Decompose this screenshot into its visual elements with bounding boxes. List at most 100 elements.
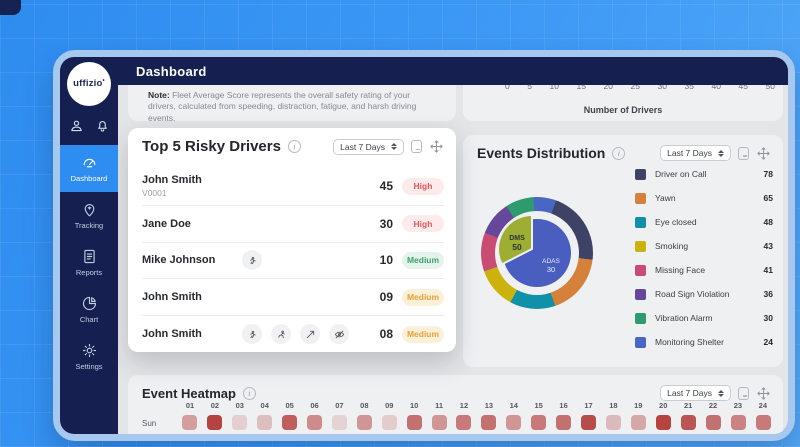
sidebar-item-settings[interactable]: Settings bbox=[60, 333, 118, 380]
legend-swatch bbox=[635, 193, 646, 204]
export-doc-icon[interactable] bbox=[738, 147, 749, 160]
heatmap-cell bbox=[382, 415, 397, 430]
move-icon[interactable] bbox=[756, 146, 771, 161]
legend-item[interactable]: Vibration Alarm 30 bbox=[635, 306, 773, 330]
adas-value: 30 bbox=[547, 265, 555, 274]
legend-item[interactable]: Road Sign Violation 36 bbox=[635, 282, 773, 306]
move-icon bbox=[756, 146, 771, 161]
hour-label: 07 bbox=[331, 401, 347, 410]
export-doc-icon[interactable] bbox=[411, 140, 422, 153]
hour-label: 17 bbox=[581, 401, 597, 410]
legend-label: Smoking bbox=[655, 241, 764, 251]
legend-value: 36 bbox=[764, 289, 773, 299]
legend-label: Yawn bbox=[655, 193, 764, 203]
events-distribution-title: Events Distribution bbox=[477, 145, 605, 161]
heatmap-cell bbox=[656, 415, 671, 430]
legend-swatch bbox=[635, 217, 646, 228]
legend-item[interactable]: Eye closed 48 bbox=[635, 210, 773, 234]
hour-label: 09 bbox=[381, 401, 397, 410]
driver-row[interactable]: John Smith 08 Medium bbox=[142, 315, 444, 352]
figure-icon bbox=[247, 329, 258, 340]
header-bar: Dashboard bbox=[118, 57, 788, 85]
risk-score: 09 bbox=[380, 290, 393, 304]
legend-swatch bbox=[635, 241, 646, 252]
legend-label: Driver on Call bbox=[655, 169, 764, 179]
heatmap-cell bbox=[706, 415, 721, 430]
events-legend: Driver on Call 78 Yawn 65 Eye closed 48 … bbox=[635, 162, 773, 354]
legend-item[interactable]: Monitoring Shelter 24 bbox=[635, 330, 773, 354]
eye-off-event-icon[interactable] bbox=[329, 324, 349, 344]
sidebar-item-dashboard[interactable]: Dashboard bbox=[60, 145, 118, 192]
legend-label: Eye closed bbox=[655, 217, 764, 227]
chevron-updown-icon bbox=[718, 390, 724, 397]
note-label: Note: bbox=[148, 90, 170, 100]
hour-label: 10 bbox=[406, 401, 422, 410]
heatmap-cell bbox=[357, 415, 372, 430]
inner-pie-chart: DMS 50 ADAS 30 bbox=[497, 213, 577, 293]
note-text: Fleet Average Score represents the overa… bbox=[148, 90, 416, 123]
heatmap-cell bbox=[407, 415, 422, 430]
info-icon[interactable]: i bbox=[243, 387, 256, 400]
move-icon[interactable] bbox=[429, 139, 444, 154]
driver-name: Mike Johnson bbox=[142, 254, 215, 266]
driver-row[interactable]: Jane Doe 30 High bbox=[142, 205, 444, 242]
driver-name: Jane Doe bbox=[142, 218, 191, 230]
risk-level-badge: Medium bbox=[402, 252, 444, 269]
heatmap-cell bbox=[257, 415, 272, 430]
user-icon[interactable] bbox=[69, 118, 84, 133]
bell-icon[interactable] bbox=[95, 118, 110, 133]
figure-2-event-icon[interactable] bbox=[271, 324, 291, 344]
chevron-updown-icon bbox=[718, 150, 724, 157]
sidebar-item-tracking[interactable]: Tracking bbox=[60, 192, 118, 239]
legend-swatch bbox=[635, 289, 646, 300]
heatmap-cells bbox=[182, 415, 771, 430]
heatmap-cell bbox=[232, 415, 247, 430]
hour-label: 02 bbox=[207, 401, 223, 410]
uffizio-logo[interactable]: uffizio bbox=[67, 62, 111, 106]
driver-row[interactable]: Mike Johnson 10 Medium bbox=[142, 242, 444, 279]
driver-row[interactable]: John Smith 09 Medium bbox=[142, 278, 444, 315]
risk-score: 30 bbox=[380, 217, 393, 231]
user-icon bbox=[69, 118, 84, 133]
risk-score: 10 bbox=[380, 253, 393, 267]
legend-item[interactable]: Driver on Call 78 bbox=[635, 162, 773, 186]
sidebar-item-reports[interactable]: Reports bbox=[60, 239, 118, 286]
heatmap-cell bbox=[332, 415, 347, 430]
legend-value: 48 bbox=[764, 217, 773, 227]
figure-event-icon[interactable] bbox=[242, 324, 262, 344]
heatmap-cell bbox=[681, 415, 696, 430]
period-dropdown[interactable]: Last 7 Days bbox=[660, 385, 731, 401]
move-icon bbox=[756, 386, 771, 401]
move-icon bbox=[429, 139, 444, 154]
legend-item[interactable]: Yawn 65 bbox=[635, 186, 773, 210]
heatmap-cell bbox=[432, 415, 447, 430]
heatmap-cell bbox=[506, 415, 521, 430]
legend-item[interactable]: Smoking 43 bbox=[635, 234, 773, 258]
figure-icon bbox=[247, 255, 258, 266]
hour-label: 05 bbox=[282, 401, 298, 410]
hour-label: 24 bbox=[755, 401, 771, 410]
driver-name: John Smith bbox=[142, 174, 202, 186]
info-icon[interactable]: i bbox=[288, 140, 301, 153]
period-dropdown[interactable]: Last 7 Days bbox=[333, 139, 404, 155]
risk-level-badge: High bbox=[402, 215, 444, 232]
heatmap-cell bbox=[282, 415, 297, 430]
export-doc-icon[interactable] bbox=[738, 387, 749, 400]
trend-arrow-event-icon[interactable] bbox=[300, 324, 320, 344]
risk-level-badge: Medium bbox=[402, 289, 444, 306]
legend-item[interactable]: Missing Face 41 bbox=[635, 258, 773, 282]
driver-name: John Smith bbox=[142, 328, 202, 340]
legend-value: 41 bbox=[764, 265, 773, 275]
figure-event-icon[interactable] bbox=[242, 250, 262, 270]
corner-decoration bbox=[0, 0, 21, 15]
heatmap-cell bbox=[631, 415, 646, 430]
info-icon[interactable]: i bbox=[612, 147, 625, 160]
driver-row[interactable]: John Smith V0001 45 High bbox=[142, 168, 444, 205]
event-heatmap-title: Event Heatmap bbox=[142, 386, 236, 401]
move-icon[interactable] bbox=[756, 386, 771, 401]
heatmap-cell bbox=[481, 415, 496, 430]
sidebar-item-chart[interactable]: Chart bbox=[60, 286, 118, 333]
hour-label: 03 bbox=[232, 401, 248, 410]
period-dropdown[interactable]: Last 7 Days bbox=[660, 145, 731, 161]
heatmap-cell bbox=[581, 415, 596, 430]
